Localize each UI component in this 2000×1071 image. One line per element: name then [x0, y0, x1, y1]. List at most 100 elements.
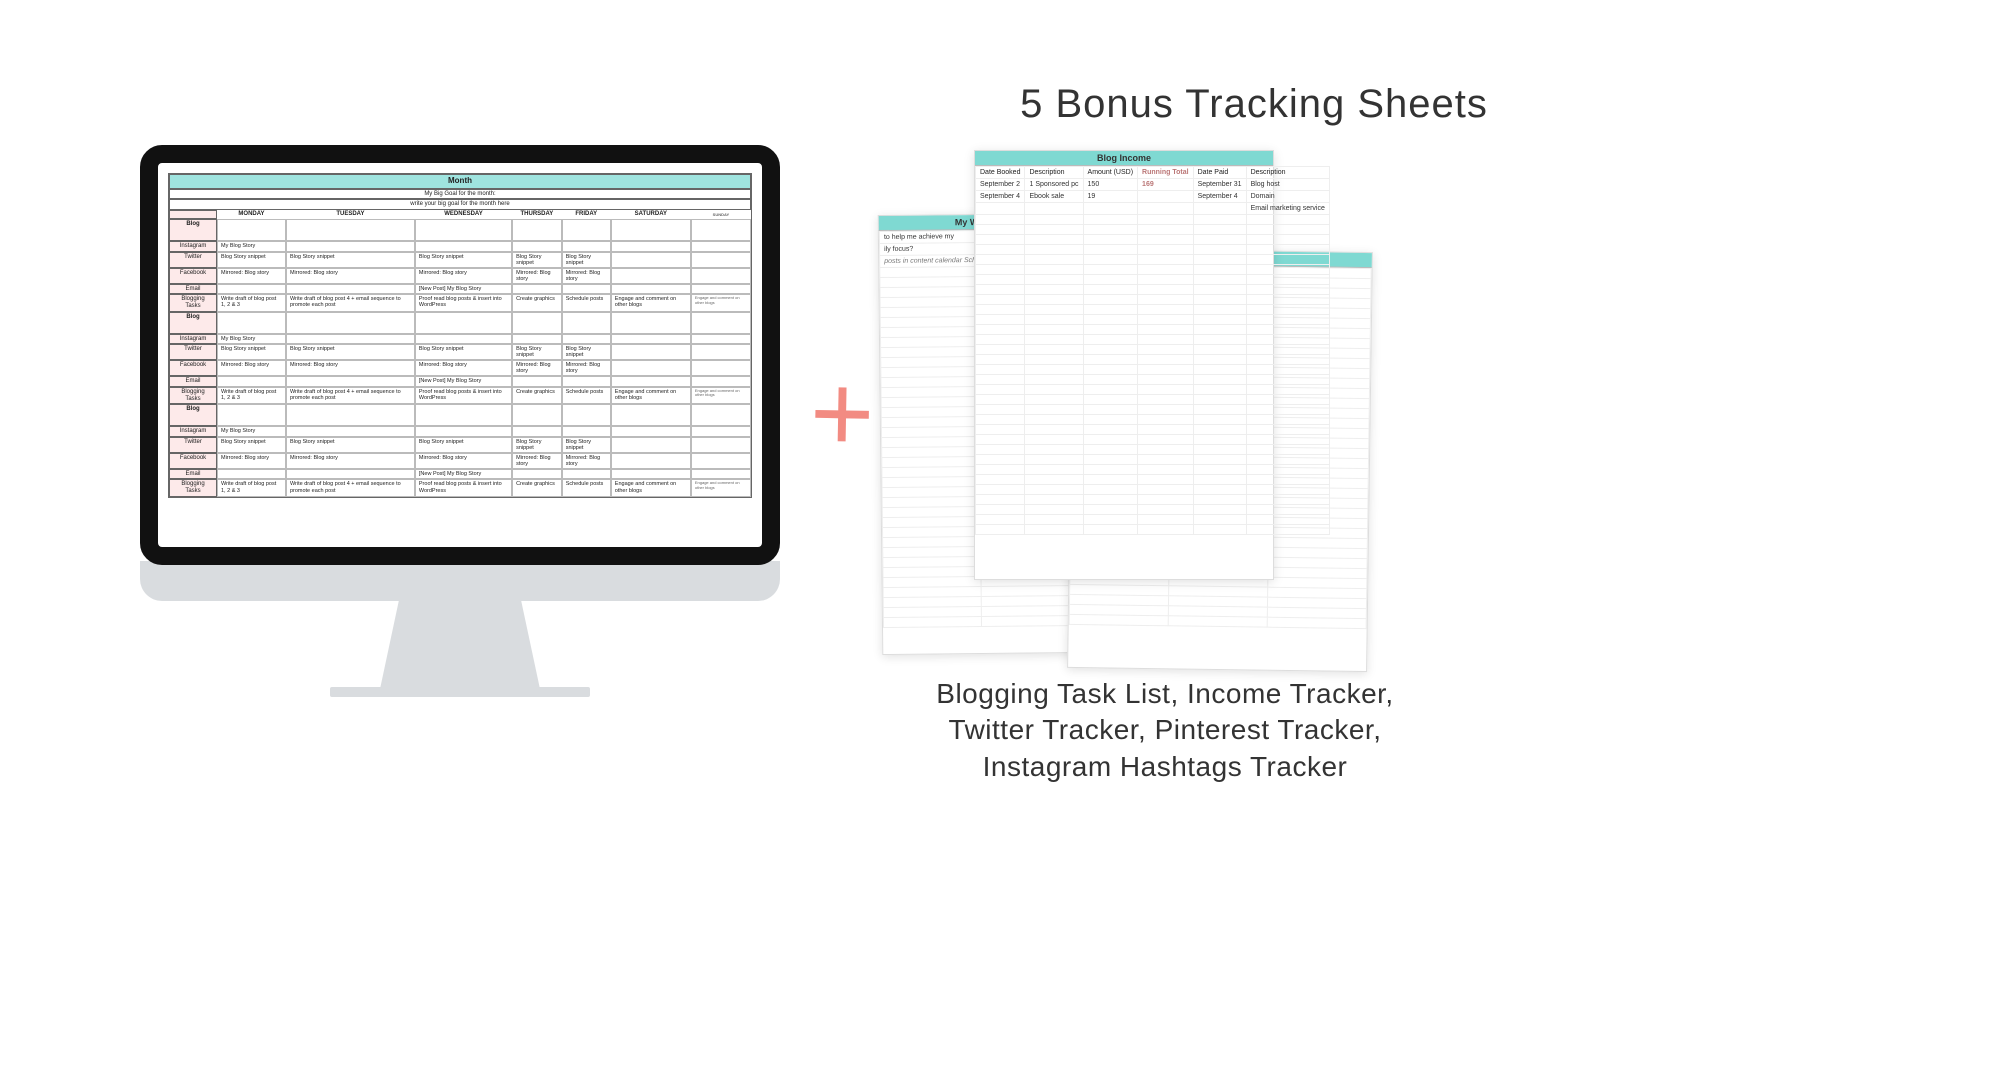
row-head-twitter: Twitter	[169, 344, 217, 360]
planner-cell	[512, 312, 562, 334]
row-head-facebook: Facebook	[169, 360, 217, 376]
income-cell: Email marketing service	[1246, 203, 1329, 215]
row-head-blog: Blog	[169, 404, 217, 426]
planner-sheet: MonthMy Big Goal for the month:write you…	[168, 173, 752, 498]
planner-cell	[691, 284, 751, 295]
planner-cell	[286, 241, 415, 252]
planner-cell	[512, 284, 562, 295]
planner-cell	[562, 404, 611, 426]
planner-cell	[691, 268, 751, 284]
planner-cell	[217, 284, 286, 295]
planner-cell: Mirrored: Blog story	[562, 268, 611, 284]
planner-cell	[611, 334, 691, 345]
planner-cell: Write draft of blog post 1, 2 & 3	[217, 294, 286, 311]
planner-cell: My Blog Story	[217, 241, 286, 252]
income-cell: September 31	[1193, 179, 1246, 191]
income-cell: September 2	[976, 179, 1025, 191]
planner-cell: [New Post] My Blog Story	[415, 284, 512, 295]
planner-cell	[691, 437, 751, 453]
planner-cell: Mirrored: Blog story	[415, 360, 512, 376]
planner-cell	[691, 453, 751, 469]
planner-cell	[562, 284, 611, 295]
row-head-email: Email	[169, 284, 217, 295]
planner-cell: Blog Story snippet	[286, 437, 415, 453]
planner-cell	[691, 334, 751, 345]
planner-cell: Create graphics	[512, 387, 562, 404]
planner-cell: Schedule posts	[562, 294, 611, 311]
income-cell: September 4	[976, 191, 1025, 203]
planner-cell: [New Post] My Blog Story	[415, 469, 512, 480]
income-cell	[976, 203, 1025, 215]
caption-line-3: Instagram Hashtags Tracker	[983, 751, 1348, 782]
income-cell: 150	[1083, 179, 1138, 191]
planner-cell	[512, 241, 562, 252]
planner-cell: Mirrored: Blog story	[286, 360, 415, 376]
planner-cell: Blog Story snippet	[415, 437, 512, 453]
planner-cell: Engage and comment on other blogs	[691, 294, 751, 311]
planner-cell	[512, 219, 562, 241]
planner-cell: Mirrored: Blog story	[415, 453, 512, 469]
planner-cell: Proof read blog posts & insert into Word…	[415, 479, 512, 496]
row-head-twitter: Twitter	[169, 252, 217, 268]
planner-cell	[512, 404, 562, 426]
income-col-head: Amount (USD)	[1083, 167, 1138, 179]
row-head-blogging tasks: Blogging Tasks	[169, 294, 217, 311]
row-head-instagram: Instagram	[169, 334, 217, 345]
planner-cell: Mirrored: Blog story	[512, 453, 562, 469]
income-cell: 1 Sponsored pc	[1025, 179, 1083, 191]
income-col-head: Date Paid	[1193, 167, 1246, 179]
planner-cell	[286, 426, 415, 437]
income-sheet-title: Blog Income	[975, 151, 1273, 166]
plus-icon: +	[809, 349, 875, 477]
row-head-blog: Blog	[169, 312, 217, 334]
planner-cell	[691, 344, 751, 360]
planner-cell: Blog Story snippet	[512, 437, 562, 453]
planner-cell	[512, 334, 562, 345]
planner-cell	[286, 219, 415, 241]
planner-cell	[691, 360, 751, 376]
planner-cell	[611, 404, 691, 426]
planner-cell: Mirrored: Blog story	[286, 453, 415, 469]
planner-cell: Engage and comment on other blogs	[691, 387, 751, 404]
income-col-head: Description	[1025, 167, 1083, 179]
planner-cell	[217, 404, 286, 426]
planner-cell: Write draft of blog post 4 + email seque…	[286, 387, 415, 404]
bonus-caption: Blogging Task List, Income Tracker, Twit…	[900, 676, 1430, 785]
planner-cell	[611, 312, 691, 334]
row-head-instagram: Instagram	[169, 426, 217, 437]
planner-cell	[611, 344, 691, 360]
planner-cell: Engage and comment on other blogs	[691, 479, 751, 496]
planner-cell: Mirrored: Blog story	[562, 453, 611, 469]
income-cell: 169	[1138, 179, 1194, 191]
monitor-frame: MonthMy Big Goal for the month:write you…	[140, 145, 780, 565]
income-cell: September 4	[1193, 191, 1246, 203]
planner-cell	[691, 404, 751, 426]
planner-cell: Mirrored: Blog story	[286, 268, 415, 284]
planner-cell	[415, 312, 512, 334]
row-head-instagram: Instagram	[169, 241, 217, 252]
planner-cell	[217, 376, 286, 387]
income-cell	[1025, 203, 1083, 215]
planner-cell: Mirrored: Blog story	[415, 268, 512, 284]
planner-cell	[217, 469, 286, 480]
planner-cell: Engage and comment on other blogs	[611, 479, 691, 496]
planner-cell	[286, 284, 415, 295]
planner-cell	[691, 469, 751, 480]
planner-cell: Schedule posts	[562, 479, 611, 496]
planner-cell: Blog Story snippet	[217, 252, 286, 268]
planner-cell	[611, 284, 691, 295]
planner-cell: Write draft of blog post 4 + email seque…	[286, 294, 415, 311]
planner-cell	[512, 376, 562, 387]
planner-cell	[691, 376, 751, 387]
planner-cell	[562, 426, 611, 437]
planner-cell	[611, 219, 691, 241]
planner-cell	[691, 312, 751, 334]
planner-cell: Write draft of blog post 1, 2 & 3	[217, 387, 286, 404]
income-cell	[1083, 203, 1138, 215]
income-cell: Domain	[1246, 191, 1329, 203]
planner-cell: Blog Story snippet	[217, 437, 286, 453]
planner-cell: My Blog Story	[217, 334, 286, 345]
planner-cell: Blog Story snippet	[512, 252, 562, 268]
planner-cell: Blog Story snippet	[415, 252, 512, 268]
planner-cell: Blog Story snippet	[415, 344, 512, 360]
